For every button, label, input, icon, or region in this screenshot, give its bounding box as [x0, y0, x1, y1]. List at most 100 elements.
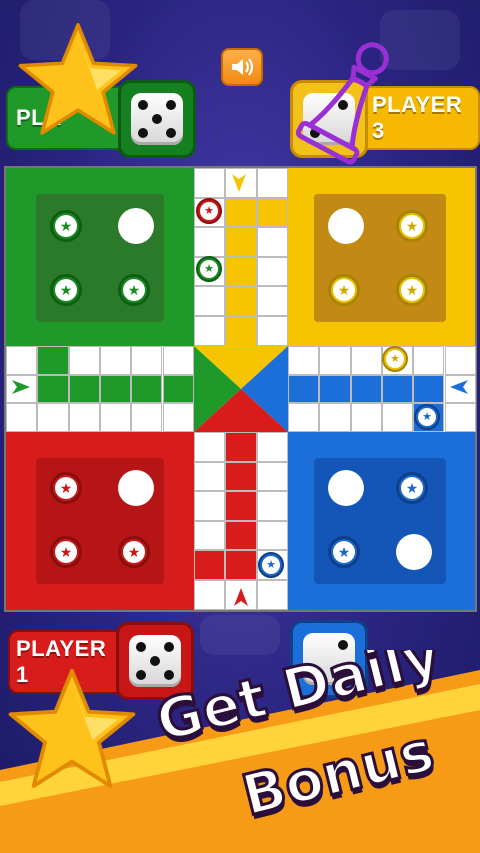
green-token[interactable]: ★: [50, 274, 82, 306]
red-empty-slot: [118, 470, 154, 506]
red-entry-arrow-icon: [234, 588, 248, 606]
track-cell: [256, 256, 288, 287]
star-icon: ★: [337, 282, 351, 298]
track-cell: [6, 403, 38, 433]
star-icon: ★: [405, 282, 419, 298]
track-cell: [256, 227, 288, 257]
blue-token-on-track[interactable]: ★: [414, 404, 440, 430]
blue-entry-arrow-icon: [450, 380, 468, 394]
green-token-on-track[interactable]: ★: [196, 256, 222, 282]
track-cell: [162, 346, 194, 375]
track-cell: [99, 374, 132, 404]
blue-home: [288, 432, 475, 610]
red-token-on-track[interactable]: ★: [196, 198, 222, 224]
track-cell: [256, 316, 288, 346]
track-cell: [225, 550, 257, 580]
star-icon: ★: [127, 544, 141, 560]
red-token[interactable]: ★: [50, 472, 82, 504]
star-icon: ★: [405, 218, 419, 234]
star-icon: ★: [59, 480, 73, 496]
background-die: [200, 615, 280, 655]
track-cell: [225, 286, 257, 316]
track-cell: [288, 374, 320, 404]
yellow-token[interactable]: ★: [396, 274, 428, 306]
star-icon: ★: [266, 558, 276, 571]
track-cell: [131, 403, 163, 433]
track-cell: [37, 374, 69, 404]
red-token[interactable]: ★: [118, 536, 150, 568]
track-cell: [444, 346, 476, 375]
green-entry-arrow-icon: [12, 380, 30, 394]
green-token[interactable]: ★: [50, 210, 82, 242]
track-cell: [68, 403, 100, 433]
yellow-entry-arrow-icon: [232, 174, 246, 192]
player2-die: [131, 93, 183, 145]
star-icon: ★: [59, 218, 73, 234]
track-cell: [99, 403, 132, 433]
track-cell: [256, 197, 288, 228]
track-cell: [131, 374, 163, 404]
yellow-token[interactable]: ★: [396, 210, 428, 242]
track-cell: [194, 461, 226, 492]
track-cell: [444, 403, 476, 433]
blue-token[interactable]: ★: [328, 536, 360, 568]
track-cell: [6, 346, 38, 375]
track-cell: [131, 346, 163, 375]
track-cell: [413, 346, 445, 375]
track-cell: [37, 346, 69, 375]
track-cell: [194, 520, 226, 551]
yellow-home: [288, 168, 475, 346]
track-cell: [256, 286, 288, 316]
track-cell: [99, 346, 132, 375]
green-home: [6, 168, 194, 346]
track-cell: [350, 374, 382, 404]
yellow-token[interactable]: ★: [328, 274, 360, 306]
red-token[interactable]: ★: [50, 536, 82, 568]
track-cell: [350, 346, 382, 375]
red-home: [6, 432, 194, 610]
blue-empty-slot: [396, 534, 432, 570]
star-icon: ★: [204, 262, 214, 275]
ludo-board: ★ ★ ★ ★ ★ ★ ★ ★ ★ ★ ★ ★ ★ ★ ★ ★: [4, 166, 477, 612]
yellow-empty-slot: [328, 208, 364, 244]
star-icon: ★: [127, 282, 141, 298]
track-cell: [68, 374, 100, 404]
track-cell: [319, 403, 351, 433]
track-cell: [350, 403, 382, 433]
star-icon: ★: [422, 410, 432, 423]
blue-empty-slot: [328, 470, 364, 506]
track-cell: [194, 286, 226, 316]
star-icon: ★: [59, 282, 73, 298]
track-cell: [225, 461, 257, 492]
star-icon: [18, 23, 138, 135]
track-cell: [194, 432, 226, 462]
track-cell: [319, 346, 351, 375]
star-icon: ★: [204, 204, 214, 217]
track-cell: [194, 168, 226, 198]
track-cell: [225, 256, 257, 287]
blue-token[interactable]: ★: [396, 472, 428, 504]
track-cell: [381, 374, 414, 404]
track-cell: [256, 168, 288, 198]
track-cell: [162, 374, 194, 404]
track-cell: [162, 403, 194, 433]
blue-token-on-track[interactable]: ★: [258, 552, 284, 578]
track-cell: [225, 316, 257, 346]
sound-button[interactable]: [221, 48, 263, 86]
track-cell: [256, 491, 288, 521]
star-icon: ★: [405, 480, 419, 496]
track-cell: [225, 491, 257, 521]
yellow-token-on-track[interactable]: ★: [382, 346, 408, 372]
track-cell: [288, 403, 320, 433]
track-cell: [381, 403, 414, 433]
track-cell: [256, 580, 288, 610]
star-icon: ★: [59, 544, 73, 560]
track-cell: [194, 491, 226, 521]
track-cell: [68, 346, 100, 375]
track-cell: [37, 403, 69, 433]
track-cell: [413, 374, 445, 404]
center-home-triangles: [194, 346, 288, 432]
speaker-icon: [232, 58, 254, 76]
green-token[interactable]: ★: [118, 274, 150, 306]
track-cell: [225, 520, 257, 551]
